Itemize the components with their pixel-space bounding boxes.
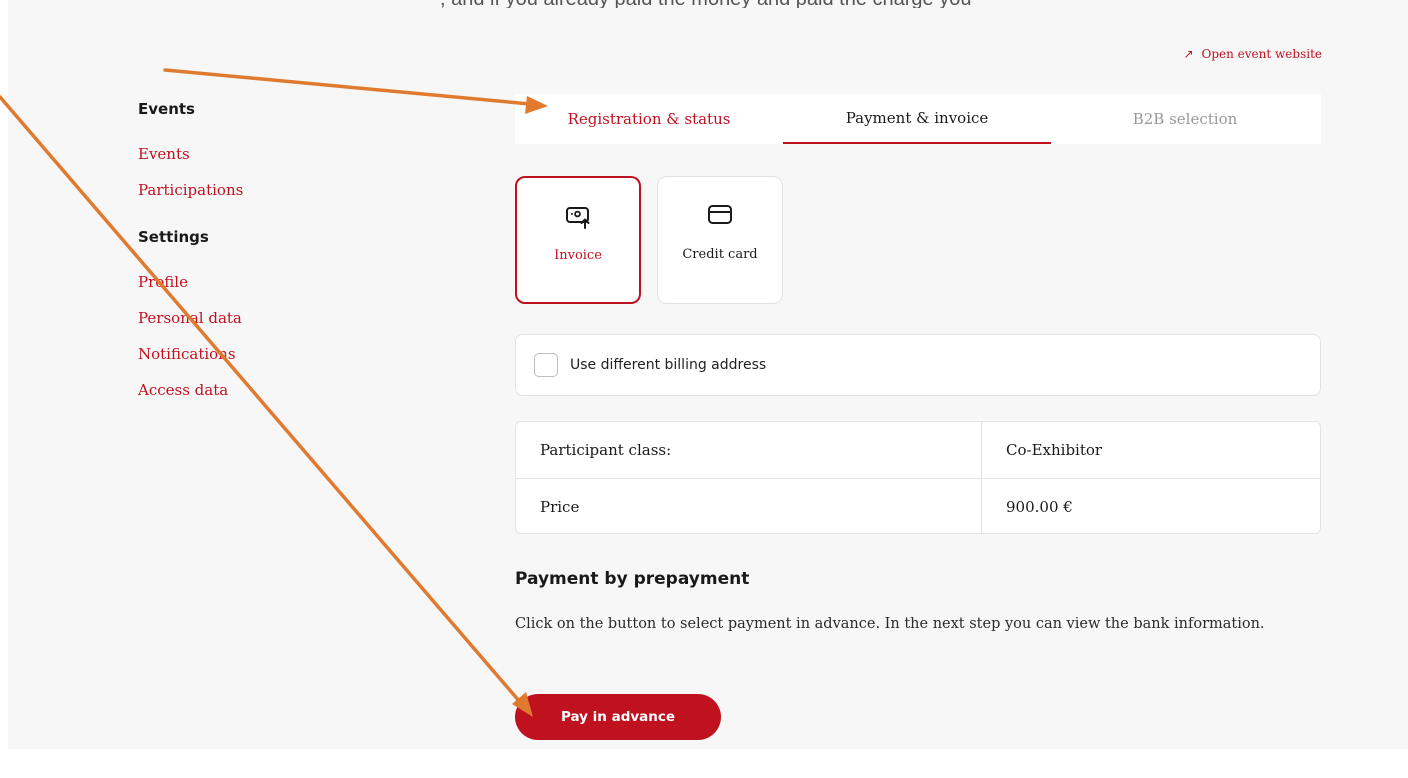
- table-row: Price 900.00 €: [516, 478, 1320, 535]
- prepayment-description: Click on the button to select payment in…: [515, 616, 1265, 632]
- sidebar-heading-settings: Settings: [138, 228, 209, 246]
- billing-address-checkbox[interactable]: [534, 353, 558, 377]
- table-row: Participant class: Co-Exhibitor: [516, 422, 1320, 478]
- price-value: 900.00 €: [1006, 498, 1073, 516]
- open-event-website-link[interactable]: ↗ Open event website: [1183, 47, 1322, 61]
- payment-method-credit-card[interactable]: Credit card: [657, 176, 783, 304]
- tab-payment-invoice[interactable]: Payment & invoice: [783, 94, 1051, 144]
- payment-method-credit-card-label: Credit card: [682, 247, 758, 262]
- sidebar-item-notifications[interactable]: Notifications: [138, 336, 378, 372]
- pay-in-advance-button[interactable]: Pay in advance: [515, 694, 721, 740]
- participant-class-label: Participant class:: [540, 441, 672, 459]
- billing-address-option: Use different billing address: [515, 334, 1321, 396]
- sidebar-item-access-data[interactable]: Access data: [138, 372, 378, 408]
- participant-class-value: Co-Exhibitor: [1006, 441, 1103, 459]
- billing-address-label: Use different billing address: [570, 357, 767, 373]
- payment-method-invoice[interactable]: Invoice: [515, 176, 641, 304]
- clipped-top-text: , and if you already paid the money and …: [440, 0, 1408, 8]
- sidebar-heading-events: Events: [138, 100, 195, 118]
- sidebar-item-profile[interactable]: Profile: [138, 264, 378, 300]
- sidebar-item-events[interactable]: Events: [138, 136, 378, 172]
- table-column-divider: [981, 422, 982, 533]
- invoice-icon: [566, 207, 590, 229]
- tab-b2b-selection[interactable]: B2B selection: [1051, 94, 1319, 144]
- sidebar-item-participations[interactable]: Participations: [138, 172, 378, 208]
- sidebar: Events Events Participations Settings Pr…: [138, 100, 378, 408]
- open-event-website-label: Open event website: [1201, 47, 1323, 61]
- sidebar-item-personal-data[interactable]: Personal data: [138, 300, 378, 336]
- participation-info-table: Participant class: Co-Exhibitor Price 90…: [515, 421, 1321, 534]
- price-label: Price: [540, 498, 580, 516]
- tab-registration-status[interactable]: Registration & status: [515, 94, 783, 144]
- prepayment-title: Payment by prepayment: [515, 569, 750, 589]
- credit-card-icon: [708, 205, 732, 224]
- tab-bar: Registration & status Payment & invoice …: [515, 94, 1321, 144]
- arrow-up-right-icon: ↗: [1183, 47, 1194, 61]
- payment-method-invoice-label: Invoice: [554, 248, 602, 263]
